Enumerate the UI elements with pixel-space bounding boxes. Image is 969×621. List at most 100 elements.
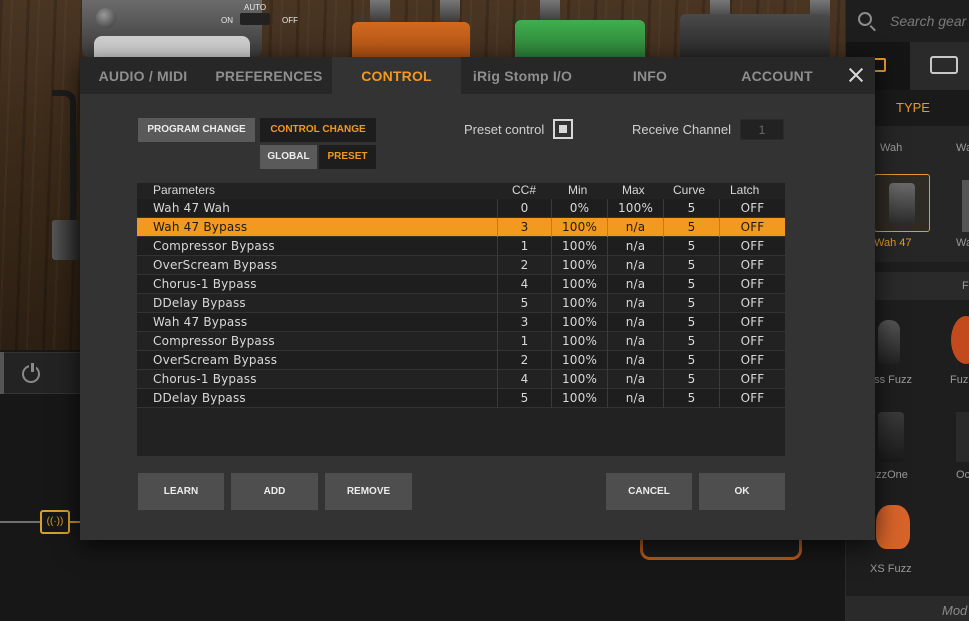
gear-item-wah-47[interactable]	[874, 174, 930, 232]
table-body: Wah 47 Wah 0 0% 100% 5 OFF Wah 47 Bypass 3 100% n…	[137, 199, 785, 408]
gear-label: XS Fuzz	[870, 563, 912, 575]
gear-search[interactable]: Search gear	[846, 0, 969, 42]
pedal-knob-top	[370, 0, 390, 22]
tab-info[interactable]: INFO	[584, 57, 716, 94]
search-icon	[858, 12, 872, 26]
control-change-button[interactable]: CONTROL CHANGE	[260, 118, 376, 142]
cell-cc: 1	[497, 332, 551, 351]
cell-curve: 5	[663, 389, 719, 408]
gear-item-xs-fuzz[interactable]	[876, 505, 910, 549]
mod-section-header[interactable]: Mod	[846, 596, 969, 621]
cell-min: 100%	[551, 332, 607, 351]
gear-label: Wa	[956, 237, 969, 249]
table-row[interactable]: Wah 47 Bypass 3 100% n/a 5 OFF	[137, 313, 785, 332]
table-row[interactable]: OverScream Bypass 2 100% n/a 5 OFF	[137, 351, 785, 370]
gear-item[interactable]	[956, 412, 969, 462]
table-row[interactable]: DDelay Bypass 5 100% n/a 5 OFF	[137, 389, 785, 408]
table-row[interactable]: Wah 47 Bypass 3 100% n/a 5 OFF	[137, 218, 785, 237]
gear-label: Wah 47	[874, 237, 912, 249]
table-row[interactable]: Chorus-1 Bypass 4 100% n/a 5 OFF	[137, 275, 785, 294]
compressor-pedal-background	[352, 22, 470, 62]
cell-curve: 5	[663, 313, 719, 332]
cell-max: n/a	[607, 294, 663, 313]
wah-pedal-background: AUTO ON OFF	[82, 0, 298, 58]
preset-control-checkbox[interactable]	[553, 119, 573, 139]
cell-parameter: Wah 47 Wah	[153, 201, 231, 215]
receive-channel-field[interactable]: 1	[740, 119, 784, 140]
ok-button[interactable]: OK	[699, 473, 785, 510]
cell-min: 100%	[551, 313, 607, 332]
cell-max: n/a	[607, 218, 663, 237]
cell-parameter: Compressor Bypass	[153, 239, 275, 253]
cell-cc: 3	[497, 218, 551, 237]
parameter-table: Parameters CC# Min Max Curve Latch Wah 4…	[137, 183, 785, 456]
pedal-auto-label: AUTO	[244, 3, 267, 12]
add-button[interactable]: ADD	[231, 473, 318, 510]
cell-max: n/a	[607, 389, 663, 408]
header-cc: CC#	[512, 183, 537, 197]
global-button[interactable]: GLOBAL	[260, 145, 317, 169]
gear-item[interactable]	[878, 320, 900, 364]
gear-item[interactable]	[962, 180, 969, 232]
table-row[interactable]: Wah 47 Wah 0 0% 100% 5 OFF	[137, 199, 785, 218]
tab-account[interactable]: ACCOUNT	[716, 57, 838, 94]
learn-button[interactable]: LEARN	[138, 473, 224, 510]
pedal-off-label: OFF	[282, 16, 298, 25]
table-row[interactable]: Compressor Bypass 1 100% n/a 5 OFF	[137, 332, 785, 351]
cell-max: 100%	[607, 199, 663, 218]
tab-preferences[interactable]: PREFERENCES	[206, 57, 332, 94]
cancel-button[interactable]: CANCEL	[606, 473, 692, 510]
amp-icon	[930, 56, 958, 74]
cell-min: 0%	[551, 199, 607, 218]
cell-latch: OFF	[719, 256, 785, 275]
cell-curve: 5	[663, 256, 719, 275]
gear-label: Oc	[956, 469, 969, 481]
pedal-knob-top	[440, 0, 460, 22]
pedal-knob	[96, 8, 116, 28]
preset-button[interactable]: PRESET	[319, 145, 376, 169]
header-min: Min	[568, 183, 588, 197]
cell-curve: 5	[663, 199, 719, 218]
tuner-icon[interactable]: ((·))	[40, 510, 70, 534]
gear-label: uzzOne	[870, 469, 908, 481]
table-row[interactable]: OverScream Bypass 2 100% n/a 5 OFF	[137, 256, 785, 275]
cell-parameter: Chorus-1 Bypass	[153, 372, 257, 386]
cable-jack	[52, 220, 80, 260]
gear-label: Wah	[880, 142, 903, 154]
tab-audio-midi[interactable]: AUDIO / MIDI	[80, 57, 206, 94]
cell-curve: 5	[663, 351, 719, 370]
cell-latch: OFF	[719, 351, 785, 370]
cell-min: 100%	[551, 370, 607, 389]
cell-max: n/a	[607, 275, 663, 294]
cell-parameter: DDelay Bypass	[153, 296, 246, 310]
pedal-on-label: ON	[221, 16, 233, 25]
power-icon[interactable]	[22, 363, 40, 383]
cell-cc: 2	[497, 256, 551, 275]
cell-curve: 5	[663, 237, 719, 256]
tab-irig-stomp-io[interactable]: iRig Stomp I/O	[461, 57, 584, 94]
table-row[interactable]: DDelay Bypass 5 100% n/a 5 OFF	[137, 294, 785, 313]
cell-parameter: OverScream Bypass	[153, 258, 278, 272]
program-change-button[interactable]: PROGRAM CHANGE	[138, 118, 255, 142]
tab-control[interactable]: CONTROL	[332, 57, 461, 94]
power-bar	[0, 352, 80, 394]
settings-tab-bar: AUDIO / MIDI PREFERENCES CONTROL iRig St…	[80, 57, 875, 94]
cell-latch: OFF	[719, 275, 785, 294]
table-row[interactable]: Chorus-1 Bypass 4 100% n/a 5 OFF	[137, 370, 785, 389]
cell-min: 100%	[551, 389, 607, 408]
close-icon[interactable]	[846, 65, 866, 85]
gear-item[interactable]	[878, 412, 904, 462]
cell-curve: 5	[663, 332, 719, 351]
table-row[interactable]: Compressor Bypass 1 100% n/a 5 OFF	[137, 237, 785, 256]
cell-latch: OFF	[719, 313, 785, 332]
cell-cc: 4	[497, 370, 551, 389]
pedal-knob-top	[540, 0, 560, 22]
cell-curve: 5	[663, 370, 719, 389]
search-input[interactable]: Search gear	[890, 13, 966, 29]
chain-pedal	[640, 540, 802, 560]
cell-max: n/a	[607, 351, 663, 370]
cell-min: 100%	[551, 275, 607, 294]
remove-button[interactable]: REMOVE	[325, 473, 412, 510]
cell-max: n/a	[607, 313, 663, 332]
gear-item[interactable]	[951, 316, 969, 364]
